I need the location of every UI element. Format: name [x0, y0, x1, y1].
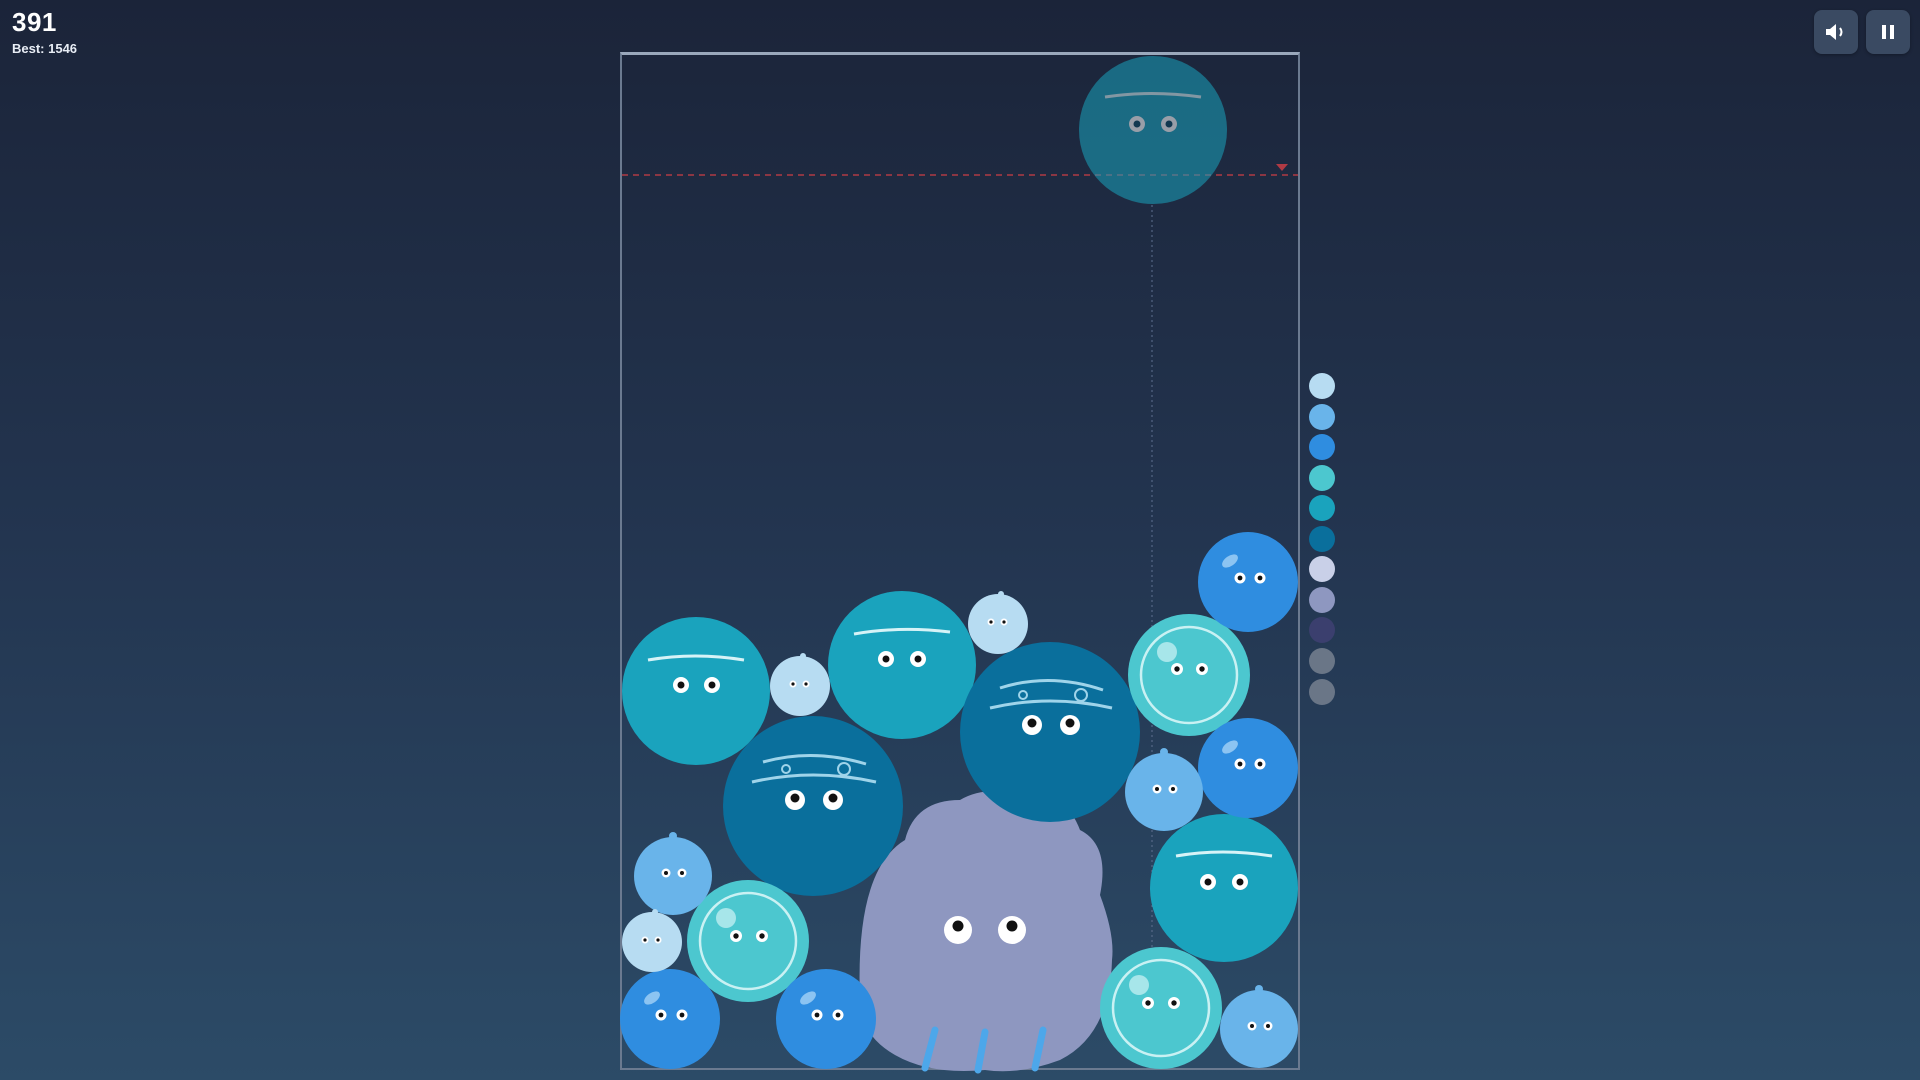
blob-tier1 — [622, 909, 682, 972]
legend-tier2-icon — [1309, 404, 1335, 430]
danger-marker-icon — [1276, 164, 1288, 171]
blob-tier4 — [1100, 947, 1222, 1069]
legend-tier5-icon — [1309, 495, 1335, 521]
blob-tier5 — [622, 617, 770, 765]
blob-tier4 — [1128, 614, 1250, 736]
legend-tier8-icon — [1309, 587, 1335, 613]
blob-tier3 — [1198, 718, 1298, 818]
blob-tier5 — [828, 591, 976, 739]
held-blob-tier5[interactable] — [1079, 56, 1227, 204]
blob-tier6 — [960, 642, 1140, 822]
blob-tier5 — [1150, 814, 1298, 962]
legend-tier1-icon — [1309, 373, 1335, 399]
blob-tier2 — [1125, 748, 1203, 831]
legend-tier6-icon — [1309, 526, 1335, 552]
play-field — [620, 56, 1298, 1074]
blob-tier3 — [1198, 532, 1298, 632]
blob-tier3 — [776, 969, 876, 1069]
blob-tier1 — [968, 591, 1028, 654]
blob-tier2 — [634, 832, 712, 915]
blob-tier6 — [723, 716, 903, 896]
legend-locked-icon — [1309, 679, 1335, 705]
legend-tier9-icon — [1309, 617, 1335, 643]
legend-locked-icon — [1309, 648, 1335, 674]
legend-tier4-icon — [1309, 465, 1335, 491]
blob-tier1 — [770, 653, 830, 716]
blob-tier2 — [1220, 985, 1298, 1068]
legend-tier7-icon — [1309, 556, 1335, 582]
blob-tier3 — [620, 969, 720, 1069]
legend-tier3-icon — [1309, 434, 1335, 460]
